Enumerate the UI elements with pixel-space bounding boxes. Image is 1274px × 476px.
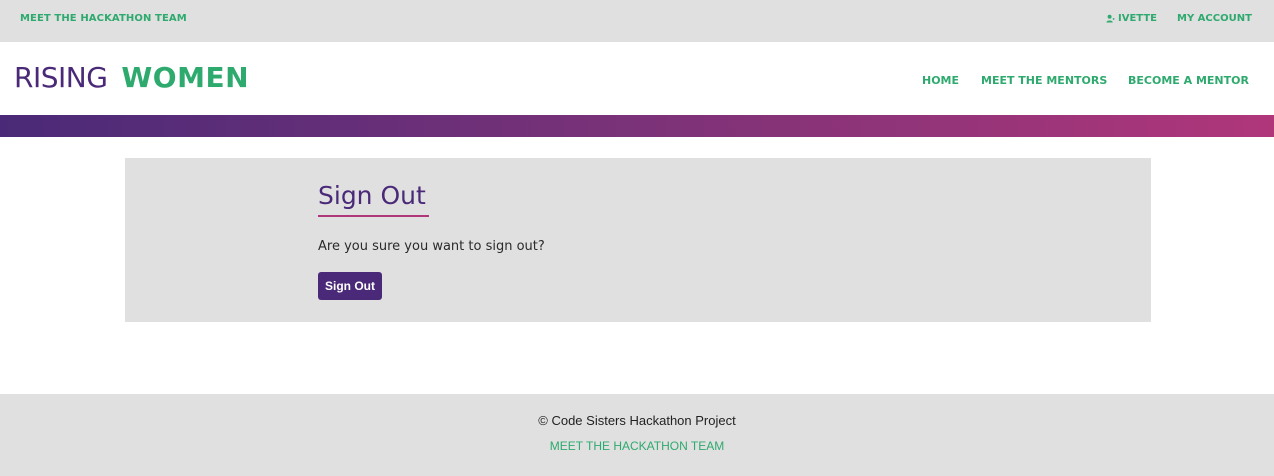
user-icon xyxy=(1106,14,1115,23)
nav-home[interactable]: HOME xyxy=(922,74,959,87)
nav-meet-the-mentors[interactable]: MEET THE MENTORS xyxy=(981,74,1107,87)
my-account-link[interactable]: MY ACCOUNT xyxy=(1177,13,1252,24)
top-utility-bar: MEET THE HACKATHON TEAM IVETTE MY ACCOUN… xyxy=(0,0,1274,42)
site-header: RISING WOMEN HOME MEET THE MENTORS BECOME… xyxy=(0,42,1274,115)
sign-out-panel: Sign Out Are you sure you want to sign o… xyxy=(125,158,1151,322)
logo-text-rising: RISING xyxy=(14,61,108,94)
user-name: IVETTE xyxy=(1118,13,1157,24)
meet-hackathon-team-link[interactable]: MEET THE HACKATHON TEAM xyxy=(20,13,187,24)
sign-out-button[interactable]: Sign Out xyxy=(318,272,382,300)
header-gradient-divider xyxy=(0,115,1274,137)
title-underline xyxy=(318,215,429,217)
user-menu[interactable]: IVETTE xyxy=(1106,13,1157,24)
footer-copyright: © Code Sisters Hackathon Project xyxy=(538,413,736,428)
logo-text-women: WOMEN xyxy=(121,61,250,94)
footer-meet-hackathon-team-link[interactable]: MEET THE HACKATHON TEAM xyxy=(0,439,1274,453)
site-footer: © Code Sisters Hackathon Project MEET TH… xyxy=(0,394,1274,476)
page-title: Sign Out xyxy=(318,181,426,210)
sign-out-question: Are you sure you want to sign out? xyxy=(318,239,545,254)
site-logo[interactable]: RISING WOMEN xyxy=(14,62,249,94)
nav-become-a-mentor[interactable]: BECOME A MENTOR xyxy=(1128,74,1249,87)
